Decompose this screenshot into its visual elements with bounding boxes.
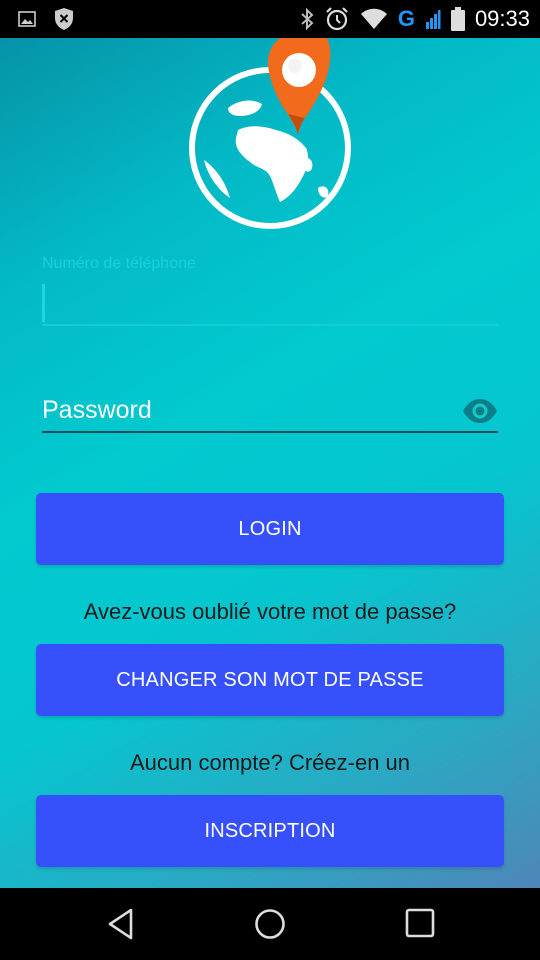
password-input-underline xyxy=(42,431,498,433)
bluetooth-icon xyxy=(301,7,314,31)
phone-input-underline xyxy=(42,324,498,326)
alarm-icon xyxy=(326,7,348,31)
login-screen: Numéro de téléphone LOGIN Avez-vous oubl… xyxy=(0,38,540,888)
recents-icon[interactable] xyxy=(400,906,440,942)
phone-field-label: Numéro de téléphone xyxy=(42,255,196,272)
signal-icon xyxy=(425,10,441,29)
image-notification-icon xyxy=(18,11,36,27)
shield-notification-icon xyxy=(55,8,73,30)
back-icon[interactable] xyxy=(100,906,140,942)
password-input[interactable] xyxy=(42,390,452,430)
navigation-bar xyxy=(0,888,540,960)
signup-button[interactable]: INSCRIPTION xyxy=(36,795,504,867)
phone-input[interactable] xyxy=(42,282,498,326)
text-cursor xyxy=(42,284,45,322)
wifi-icon xyxy=(360,8,387,29)
battery-icon xyxy=(450,7,465,31)
globe-pin-logo xyxy=(189,38,351,229)
forgot-password-prompt: Avez-vous oublié votre mot de passe? xyxy=(83,599,457,624)
clock: 09:33 xyxy=(474,6,530,31)
status-bar: G 09:33 xyxy=(0,0,540,38)
home-icon[interactable] xyxy=(250,906,290,942)
change-password-button[interactable]: CHANGER SON MOT DE PASSE xyxy=(36,644,504,716)
login-button[interactable]: LOGIN xyxy=(36,493,504,565)
no-account-prompt: Aucun compte? Créez-en un xyxy=(129,750,411,775)
eye-icon[interactable] xyxy=(462,398,498,424)
network-type: G xyxy=(397,6,415,31)
